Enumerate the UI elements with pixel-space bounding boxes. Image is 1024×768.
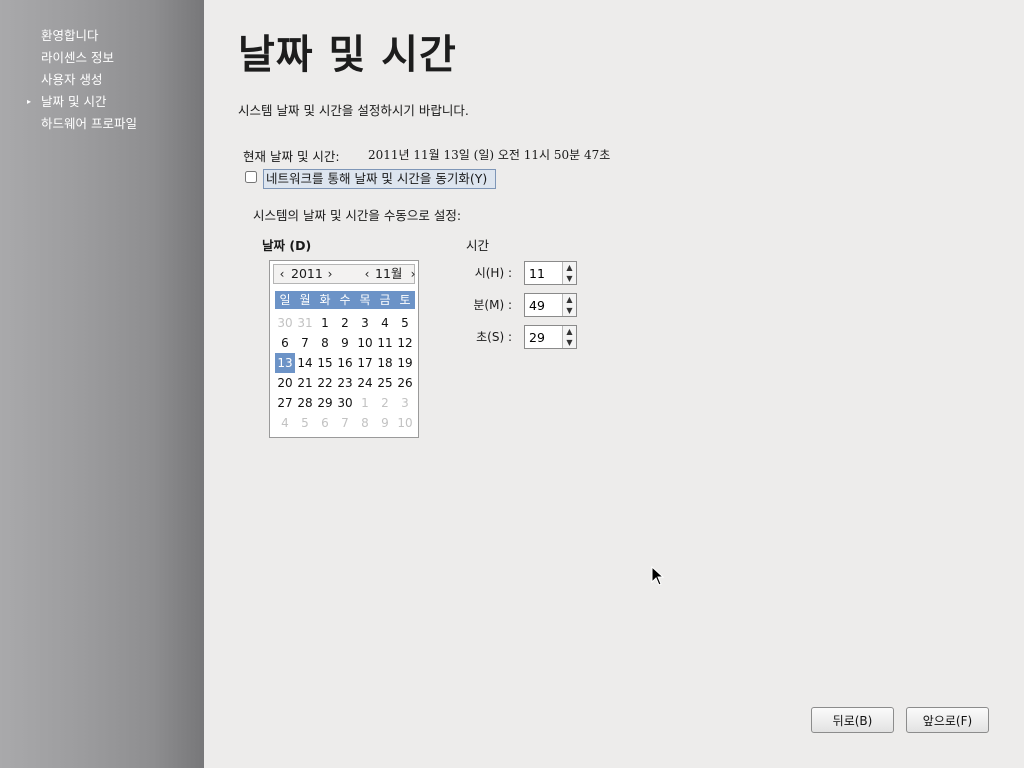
next-year-icon[interactable]: › [325, 265, 335, 283]
calendar-day[interactable]: 14 [295, 353, 315, 373]
hour-label: 시(H) : [474, 266, 512, 280]
manual-setting-label: 시스템의 날짜 및 시간을 수동으로 설정: [253, 208, 462, 223]
sidebar-item-hardware-profile: 하드웨어 프로파일 [0, 113, 204, 135]
calendar-year: 2011 [291, 266, 323, 281]
calendar-day[interactable]: 6 [315, 413, 335, 433]
calendar-day[interactable]: 19 [395, 353, 415, 373]
calendar-day[interactable]: 11 [375, 333, 395, 353]
next-month-icon[interactable]: › [408, 265, 418, 283]
calendar-day[interactable]: 22 [315, 373, 335, 393]
sidebar-item-label: 하드웨어 프로파일 [41, 116, 137, 131]
time-heading: 시간 [466, 238, 490, 253]
current-datetime-value: 2011년 11월 13일 (일) 오전 11시 50분 47초 [368, 148, 611, 162]
calendar-month: 11월 [375, 266, 403, 281]
calendar-day[interactable]: 27 [275, 393, 295, 413]
minute-down-arrow-icon[interactable]: ▼ [562, 305, 576, 316]
hour-down-arrow-icon[interactable]: ▼ [562, 273, 576, 284]
calendar-day-grid: 30 31 1 2 3 4 5 6 7 8 9 10 11 12 13 14 15 16 17 18 19 20 21 22 2… [275, 313, 415, 433]
calendar-day[interactable]: 21 [295, 373, 315, 393]
current-datetime-row: 현재 날짜 및 시간: 2011년 11월 13일 (일) 오전 11시 50분… [243, 146, 610, 165]
back-button[interactable]: 뒤로(B) [811, 707, 894, 733]
calendar-day[interactable]: 1 [315, 313, 335, 333]
calendar-day[interactable]: 29 [315, 393, 335, 413]
calendar-day[interactable]: 30 [335, 393, 355, 413]
sidebar: 환영합니다 라이센스 정보 사용자 생성 ▸ 날짜 및 시간 하드웨어 프로파일 [0, 0, 204, 768]
calendar-day[interactable]: 12 [395, 333, 415, 353]
calendar-day[interactable]: 2 [375, 393, 395, 413]
calendar-day[interactable]: 5 [395, 313, 415, 333]
calendar: ‹ 2011 › ‹ 11월 › 일 월 화 수 목 금 토 30 31 1 2 3 4 5… [269, 260, 419, 438]
calendar-day[interactable]: 3 [355, 313, 375, 333]
second-spinner: ▲ ▼ [524, 325, 577, 349]
sidebar-item-date-time: ▸ 날짜 및 시간 [0, 91, 204, 113]
prev-month-icon[interactable]: ‹ [362, 265, 372, 283]
minute-input[interactable] [525, 294, 563, 316]
calendar-day[interactable]: 15 [315, 353, 335, 373]
calendar-day[interactable]: 6 [275, 333, 295, 353]
second-input[interactable] [525, 326, 563, 348]
calendar-day[interactable]: 4 [375, 313, 395, 333]
current-step-arrow-icon: ▸ [27, 97, 32, 106]
calendar-day[interactable]: 26 [395, 373, 415, 393]
mouse-pointer-icon [651, 566, 665, 586]
calendar-day[interactable]: 8 [315, 333, 335, 353]
calendar-day[interactable]: 2 [335, 313, 355, 333]
calendar-day[interactable]: 7 [335, 413, 355, 433]
calendar-day[interactable]: 10 [355, 333, 375, 353]
date-heading: 날짜 (D) [262, 238, 312, 253]
calendar-day[interactable]: 3 [395, 393, 415, 413]
second-label: 초(S) : [476, 330, 512, 344]
calendar-day[interactable]: 1 [355, 393, 375, 413]
main-panel: 날짜 및 시간 시스템 날짜 및 시간을 설정하시기 바랍니다. 현재 날짜 및… [204, 0, 1024, 768]
weekday-label: 일 [279, 293, 291, 307]
calendar-day[interactable]: 23 [335, 373, 355, 393]
forward-button[interactable]: 앞으로(F) [906, 707, 989, 733]
sidebar-item-label: 사용자 생성 [41, 72, 103, 87]
calendar-day[interactable]: 5 [295, 413, 315, 433]
sidebar-item-label: 날짜 및 시간 [41, 94, 107, 109]
page-description: 시스템 날짜 및 시간을 설정하시기 바랍니다. [238, 103, 469, 118]
hour-input[interactable] [525, 262, 563, 284]
calendar-day[interactable]: 9 [375, 413, 395, 433]
weekday-label: 월 [299, 293, 311, 307]
calendar-day[interactable]: 16 [335, 353, 355, 373]
hour-spinner: ▲ ▼ [524, 261, 577, 285]
sidebar-item-label: 환영합니다 [41, 28, 99, 43]
calendar-day[interactable]: 18 [375, 353, 395, 373]
weekday-label: 금 [379, 293, 391, 307]
weekday-label: 토 [399, 293, 411, 307]
calendar-day-selected[interactable]: 13 [275, 353, 295, 373]
calendar-day[interactable]: 30 [275, 313, 295, 333]
weekday-label: 수 [339, 293, 351, 307]
calendar-header: ‹ 2011 › ‹ 11월 › [273, 264, 415, 284]
page-title: 날짜 및 시간 [238, 32, 457, 78]
sidebar-steps: 환영합니다 라이센스 정보 사용자 생성 ▸ 날짜 및 시간 하드웨어 프로파일 [0, 25, 204, 135]
calendar-day[interactable]: 8 [355, 413, 375, 433]
calendar-weekday-header: 일 월 화 수 목 금 토 [275, 291, 415, 309]
calendar-day[interactable]: 31 [295, 313, 315, 333]
current-datetime-label: 현재 날짜 및 시간: [243, 149, 340, 164]
calendar-day[interactable]: 17 [355, 353, 375, 373]
prev-year-icon[interactable]: ‹ [277, 265, 287, 283]
calendar-day[interactable]: 25 [375, 373, 395, 393]
calendar-day[interactable]: 4 [275, 413, 295, 433]
calendar-day[interactable]: 28 [295, 393, 315, 413]
calendar-day[interactable]: 9 [335, 333, 355, 353]
calendar-day[interactable]: 10 [395, 413, 415, 433]
calendar-day[interactable]: 20 [275, 373, 295, 393]
network-sync-label[interactable]: 네트워크를 통해 날짜 및 시간을 동기화(Y) [263, 169, 497, 189]
sidebar-item-license: 라이센스 정보 [0, 47, 204, 69]
minute-label: 분(M) : [473, 298, 512, 312]
sidebar-item-welcome: 환영합니다 [0, 25, 204, 47]
calendar-day[interactable]: 7 [295, 333, 315, 353]
weekday-label: 화 [319, 293, 331, 307]
sidebar-item-create-user: 사용자 생성 [0, 69, 204, 91]
second-down-arrow-icon[interactable]: ▼ [562, 337, 576, 348]
calendar-day[interactable]: 24 [355, 373, 375, 393]
weekday-label: 목 [359, 293, 371, 307]
sidebar-item-label: 라이센스 정보 [41, 50, 114, 65]
network-sync-checkbox[interactable] [245, 171, 257, 183]
minute-spinner: ▲ ▼ [524, 293, 577, 317]
